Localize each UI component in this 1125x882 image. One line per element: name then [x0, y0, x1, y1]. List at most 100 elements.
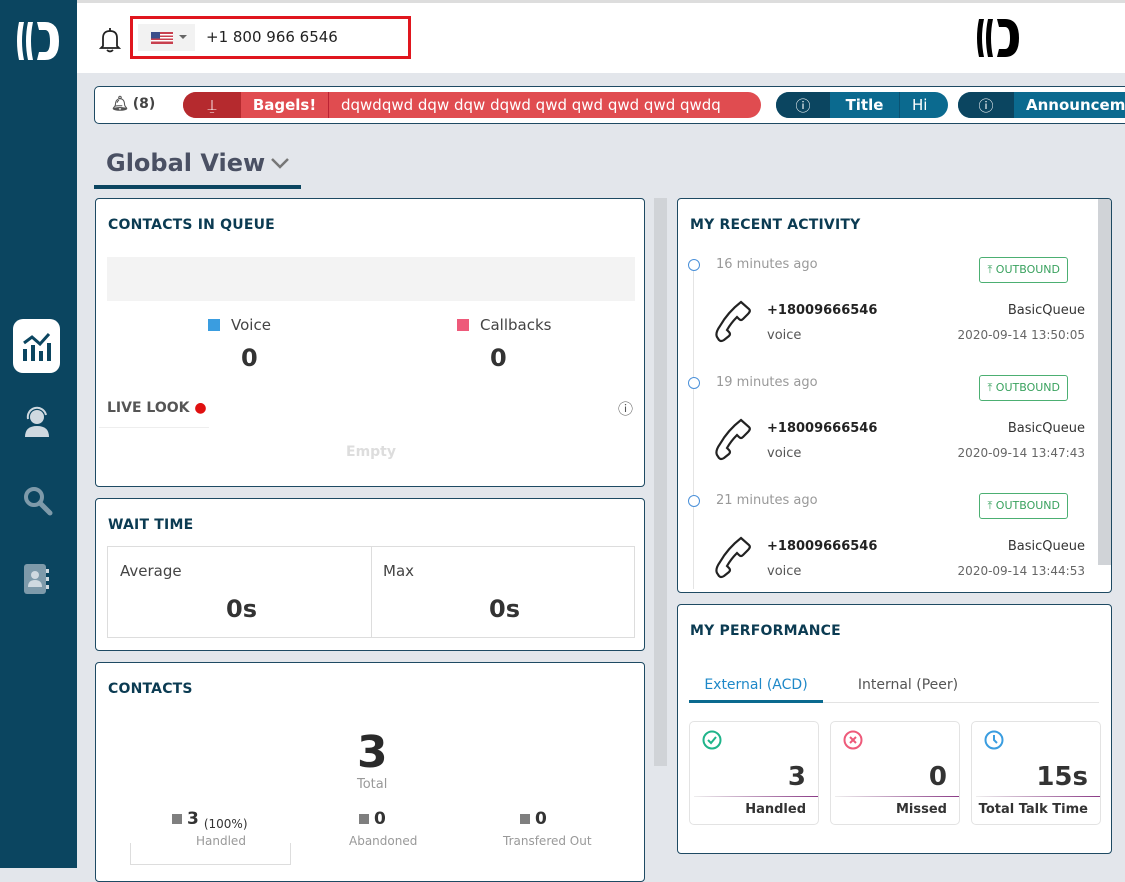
activity-type: voice	[767, 564, 802, 579]
search-icon[interactable]	[22, 485, 54, 517]
scrollbar[interactable]	[654, 198, 667, 766]
max-label: Max	[383, 562, 415, 580]
chevron-down-icon	[271, 158, 289, 169]
clock-icon	[984, 730, 1004, 750]
timeline-dot-icon	[688, 259, 700, 271]
phone-icon	[715, 536, 751, 579]
total-label: Total	[357, 777, 388, 792]
agent-headset-icon[interactable]	[22, 405, 52, 439]
abandoned-stat: 0	[359, 809, 386, 829]
activity-number: +18009666546	[767, 303, 878, 318]
us-flag-icon	[151, 32, 173, 44]
brand-logo-icon	[977, 19, 1019, 57]
tree-connector	[130, 843, 291, 865]
performance-card: MY PERFORMANCE External (ACD) Internal (…	[677, 604, 1112, 854]
activity-queue: BasicQueue	[1007, 539, 1085, 554]
queue-bar	[107, 257, 635, 301]
card-title: WAIT TIME	[108, 517, 194, 533]
country-selector[interactable]	[138, 24, 195, 51]
activity-time: 21 minutes ago	[716, 493, 818, 508]
activity-number: +18009666546	[767, 539, 878, 554]
direction-badge: ⤒ OUTBOUND	[979, 375, 1068, 401]
phone-icon	[715, 418, 751, 461]
sidebar	[0, 0, 77, 868]
announcement-title: Announceme	[1026, 96, 1125, 114]
alert-text: dqwdqwd dqw dqw dqwd qwd qwd qwd qwd qwd…	[341, 96, 721, 114]
alert-title: Bagels!	[241, 92, 329, 118]
average-value: 0s	[226, 595, 257, 623]
voice-legend: Voice	[208, 316, 271, 334]
recent-activity-card: MY RECENT ACTIVITY 16 minutes ago ⤒ OUTB…	[677, 198, 1112, 593]
check-circle-icon	[702, 730, 722, 750]
total-count: 3	[357, 727, 388, 778]
divider	[99, 427, 209, 428]
info-notification[interactable]: ⓘ Title Hi	[776, 92, 948, 118]
empty-state: Empty	[346, 444, 396, 460]
top-bar: +1 800 966 6546	[77, 3, 1125, 73]
wait-time-table: Average 0s Max 0s	[107, 546, 635, 638]
max-value: 0s	[489, 595, 520, 623]
phone-input-highlight: +1 800 966 6546	[130, 16, 411, 59]
activity-datetime: 2020-09-14 13:50:05	[957, 328, 1085, 342]
activity-item[interactable]: 19 minutes ago ⤒ OUTBOUND +18009666546 v…	[678, 375, 1098, 493]
callbacks-count: 0	[490, 344, 507, 372]
info-icon: ⓘ	[776, 92, 830, 118]
handled-stat: 3 (100%)	[172, 809, 248, 831]
activity-time: 16 minutes ago	[716, 257, 818, 272]
activity-number: +18009666546	[767, 421, 878, 436]
stat-total-talk-time: 15s Total Talk Time	[971, 721, 1101, 825]
phone-number-input[interactable]: +1 800 966 6546	[195, 24, 360, 51]
callbacks-legend: Callbacks	[457, 316, 551, 334]
caret-down-icon	[179, 35, 187, 43]
activity-item[interactable]: 21 minutes ago ⤒ OUTBOUND +18009666546 v…	[678, 493, 1098, 592]
x-circle-icon	[843, 730, 863, 750]
active-view-underline	[94, 185, 301, 189]
alert-notification[interactable]: ⍊ Bagels! dqwdqwd dqw dqw dqwd qwd qwd q…	[183, 92, 761, 118]
average-label: Average	[120, 562, 182, 580]
activity-scrollbar[interactable]	[1098, 199, 1111, 565]
stat-handled: 3 Handled	[689, 721, 819, 825]
transferred-label: Transfered Out	[503, 834, 592, 848]
direction-badge: ⤒ OUTBOUND	[979, 257, 1068, 283]
logo-icon	[17, 22, 59, 60]
info-icon: ⓘ	[958, 92, 1014, 118]
activity-time: 19 minutes ago	[716, 375, 818, 390]
activity-queue: BasicQueue	[1007, 421, 1085, 436]
sidebar-item-dashboard[interactable]	[13, 319, 60, 373]
notification-bar: 🔔︎ (8) ⍊ Bagels! dqwdqwd dqw dqw dqwd qwd…	[94, 86, 1125, 124]
activity-datetime: 2020-09-14 13:47:43	[957, 446, 1085, 460]
activity-item[interactable]: 16 minutes ago ⤒ OUTBOUND +18009666546 v…	[678, 257, 1098, 375]
handled-swatch	[172, 814, 182, 824]
wait-time-card: WAIT TIME Average 0s Max 0s	[95, 498, 645, 651]
card-title: MY PERFORMANCE	[690, 623, 841, 639]
view-title: Global View	[106, 149, 266, 177]
live-look-label: LIVE LOOK ●	[107, 400, 207, 416]
stat-missed: 0 Missed	[830, 721, 960, 825]
bell-icon[interactable]	[99, 27, 121, 53]
tab-external-acd[interactable]: External (ACD)	[689, 665, 823, 703]
abandoned-label: Abandoned	[349, 834, 418, 848]
view-selector[interactable]: Global View	[94, 145, 301, 190]
contacts-card: CONTACTS 3 Total 3 (100%) Handled 0 Aband…	[95, 662, 645, 882]
voice-count: 0	[241, 344, 258, 372]
activity-datetime: 2020-09-14 13:44:53	[957, 564, 1085, 578]
activity-queue: BasicQueue	[1007, 303, 1085, 318]
contacts-in-queue-card: CONTACTS IN QUEUE Voice 0 Callbacks 0 LI…	[95, 198, 645, 487]
direction-badge: ⤒ OUTBOUND	[979, 493, 1068, 519]
tab-internal-peer[interactable]: Internal (Peer)	[838, 665, 978, 703]
card-title: MY RECENT ACTIVITY	[690, 217, 861, 233]
contacts-book-icon[interactable]	[23, 563, 51, 595]
info-text: Hi	[912, 96, 928, 114]
live-dot-icon: ●	[194, 400, 207, 416]
card-title: CONTACTS	[108, 681, 193, 697]
chart-icon	[23, 332, 51, 361]
card-title: CONTACTS IN QUEUE	[108, 217, 275, 233]
callbacks-swatch	[457, 319, 469, 331]
phone-icon	[715, 300, 751, 343]
info-title: Title	[830, 92, 900, 118]
activity-type: voice	[767, 328, 802, 343]
notification-count[interactable]: 🔔︎ (8)	[111, 96, 155, 112]
info-icon[interactable]: ⓘ	[618, 398, 633, 419]
announcement-notification[interactable]: ⓘ Announceme	[958, 92, 1125, 118]
transferred-stat: 0	[520, 809, 547, 829]
